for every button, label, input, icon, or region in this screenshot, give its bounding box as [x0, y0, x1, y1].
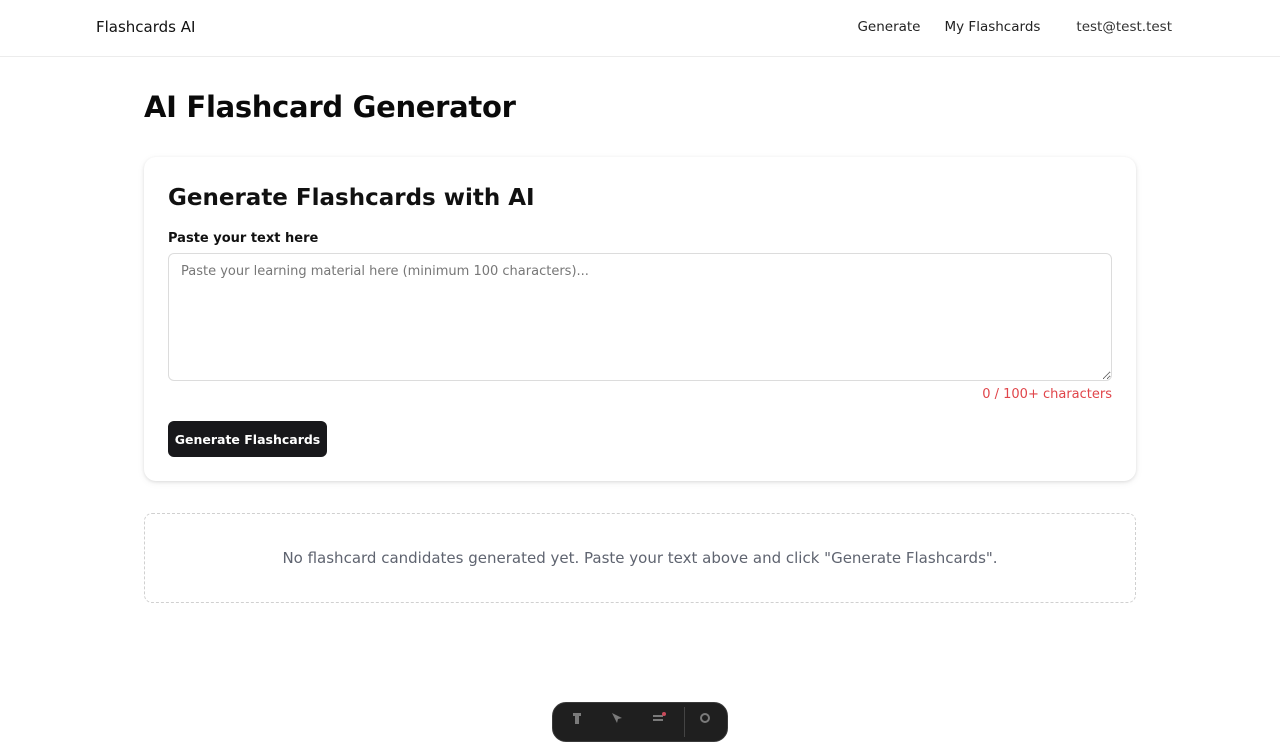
brand-logo-link[interactable]: Flashcards AI: [96, 18, 195, 36]
toolbar-inspect-icon[interactable]: [609, 711, 625, 727]
toolbar-tool-icon[interactable]: [569, 711, 585, 727]
top-navbar: Flashcards AI Generate My Flashcards tes…: [0, 0, 1280, 57]
generator-card-title: Generate Flashcards with AI: [168, 185, 535, 211]
devtools-dock: [552, 702, 728, 742]
candidates-empty-state: No flashcard candidates generated yet. P…: [144, 513, 1136, 603]
nav-generate-link[interactable]: Generate: [857, 19, 920, 35]
nav-my-flashcards-link[interactable]: My Flashcards: [945, 19, 1041, 35]
generate-flashcards-button[interactable]: Generate Flashcards: [168, 421, 327, 457]
dock-divider: [684, 707, 685, 737]
main-nav: Generate My Flashcards test@test.test: [833, 19, 1172, 35]
generator-card: Generate Flashcards with AI Paste your t…: [144, 157, 1136, 481]
source-text-input[interactable]: [168, 253, 1112, 381]
source-text-label: Paste your text here: [168, 231, 319, 246]
toolbar-settings-icon[interactable]: [697, 711, 713, 727]
page-title: AI Flashcard Generator: [144, 90, 516, 124]
character-count: 0 / 100+ characters: [982, 387, 1112, 402]
toolbar-audit-icon[interactable]: [651, 711, 667, 727]
empty-state-message: No flashcard candidates generated yet. P…: [282, 549, 998, 567]
user-email[interactable]: test@test.test: [1076, 19, 1172, 35]
